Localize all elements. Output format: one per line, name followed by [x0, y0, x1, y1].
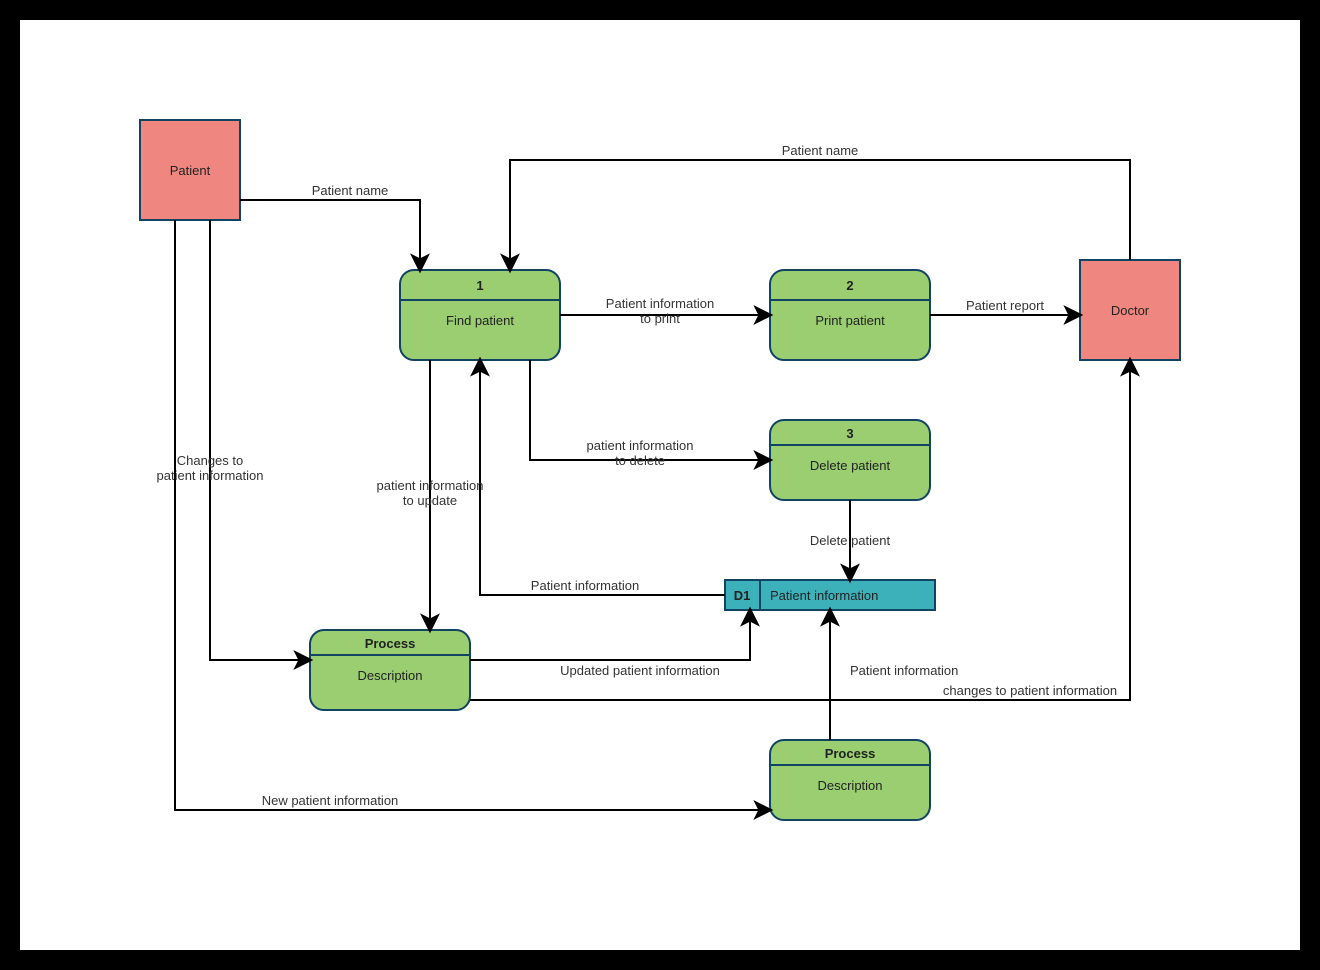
process-1-name: Find patient: [446, 313, 514, 328]
flow-updated-info: [470, 610, 750, 660]
process-2-num: 2: [846, 278, 853, 293]
svg-text:patient information: patient information: [157, 468, 264, 483]
process-5[interactable]: Process Description: [770, 740, 930, 820]
datastore-d1[interactable]: D1 Patient information: [725, 580, 935, 610]
svg-text:Delete patient: Delete patient: [810, 533, 891, 548]
diagram-canvas: Patient Doctor 1 Find patient 2 Print pa…: [20, 20, 1300, 950]
svg-text:Changes to: Changes to: [177, 453, 244, 468]
svg-text:patient information: patient information: [587, 438, 694, 453]
process-3-num: 3: [846, 426, 853, 441]
datastore-id: D1: [734, 588, 751, 603]
svg-text:patient information: patient information: [377, 478, 484, 493]
svg-text:to delete: to delete: [615, 453, 665, 468]
svg-text:Patient information: Patient information: [850, 663, 958, 678]
process-2[interactable]: 2 Print patient: [770, 270, 930, 360]
dfd-svg: Patient Doctor 1 Find patient 2 Print pa…: [20, 20, 1300, 950]
process-5-name: Description: [817, 778, 882, 793]
entity-patient[interactable]: Patient: [140, 120, 240, 220]
svg-text:Patient name: Patient name: [782, 143, 859, 158]
datastore-name: Patient information: [770, 588, 878, 603]
flow-changes-to-doctor: [470, 360, 1130, 700]
svg-text:Updated patient information: Updated patient information: [560, 663, 720, 678]
entity-doctor[interactable]: Doctor: [1080, 260, 1180, 360]
svg-text:to update: to update: [403, 493, 457, 508]
svg-text:Patient information: Patient information: [606, 296, 714, 311]
svg-text:Patient report: Patient report: [966, 298, 1044, 313]
process-4[interactable]: Process Description: [310, 630, 470, 710]
svg-text:changes to patient information: changes to patient information: [943, 683, 1117, 698]
process-3-name: Delete patient: [810, 458, 891, 473]
flow-store-to-p1: [480, 360, 725, 595]
svg-text:New patient information: New patient information: [262, 793, 399, 808]
process-4-num: Process: [365, 636, 416, 651]
process-3[interactable]: 3 Delete patient: [770, 420, 930, 500]
process-4-name: Description: [357, 668, 422, 683]
flow-changes: [210, 220, 310, 660]
entity-patient-label: Patient: [170, 163, 211, 178]
process-1[interactable]: 1 Find patient: [400, 270, 560, 360]
flow-patient-name: [240, 200, 420, 270]
process-2-name: Print patient: [815, 313, 885, 328]
flow-patient-name-doctor: [510, 160, 1130, 270]
process-1-num: 1: [476, 278, 483, 293]
entity-doctor-label: Doctor: [1111, 303, 1150, 318]
svg-text:Patient name: Patient name: [312, 183, 389, 198]
process-5-num: Process: [825, 746, 876, 761]
svg-text:Patient information: Patient information: [531, 578, 639, 593]
svg-text:to print: to print: [640, 311, 680, 326]
